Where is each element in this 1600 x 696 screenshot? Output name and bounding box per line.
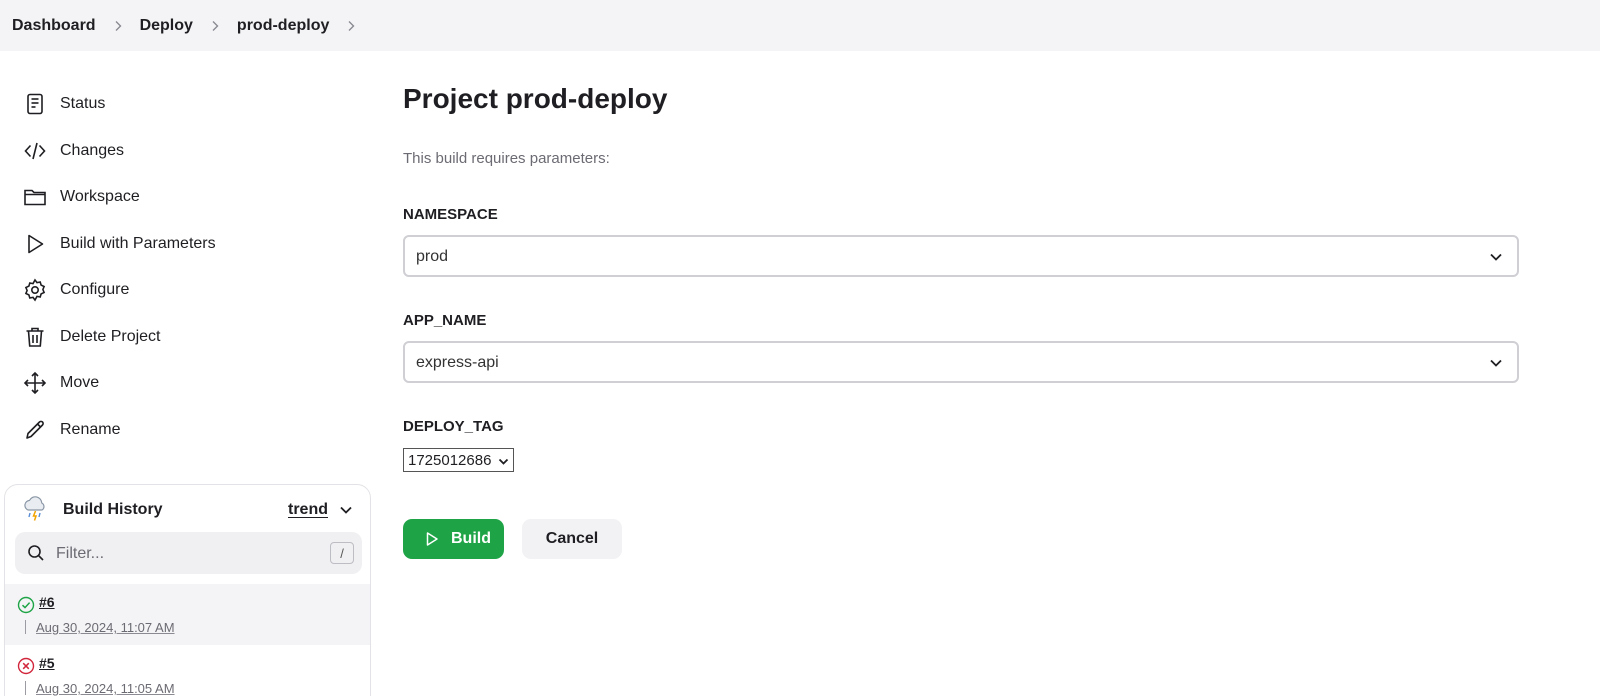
success-icon: [17, 596, 35, 614]
build-date-link[interactable]: Aug 30, 2024, 11:07 AM: [36, 620, 175, 635]
document-icon: [22, 91, 48, 117]
timeline-bar: [25, 681, 26, 695]
app-name-select[interactable]: express-api: [403, 341, 1519, 383]
sidebar-item-rename[interactable]: Rename: [22, 415, 120, 445]
cancel-button[interactable]: Cancel: [522, 519, 622, 559]
build-date-link[interactable]: Aug 30, 2024, 11:05 AM: [36, 681, 175, 696]
namespace-value: prod: [416, 248, 449, 265]
build-button-label: Build: [451, 530, 491, 547]
play-icon: [22, 231, 48, 257]
sidebar-item-label: Changes: [60, 142, 125, 159]
play-icon: [426, 532, 438, 546]
param-label-app-name: APP_NAME: [403, 312, 487, 329]
chevron-down-icon[interactable]: [339, 503, 353, 517]
app-name-value: express-api: [416, 354, 499, 371]
param-label-namespace: NAMESPACE: [403, 206, 498, 223]
build-filter-input[interactable]: Filter... /: [15, 532, 362, 574]
param-label-deploy-tag: DEPLOY_TAG: [403, 418, 504, 435]
move-icon: [22, 370, 48, 396]
build-number-link[interactable]: #5: [39, 655, 55, 671]
sidebar-item-label: Workspace: [60, 188, 140, 205]
sidebar-item-changes[interactable]: Changes: [22, 136, 124, 166]
chevron-down-icon: [498, 454, 509, 465]
sidebar-item-label: Delete Project: [60, 328, 161, 345]
sidebar-item-workspace[interactable]: Workspace: [22, 182, 140, 212]
chevron-down-icon: [1489, 356, 1503, 370]
build-row[interactable]: #5 Aug 30, 2024, 11:05 AM: [5, 645, 370, 696]
timeline-bar: [25, 620, 26, 634]
parameters-required-text: This build requires parameters:: [403, 150, 610, 167]
build-button[interactable]: Build: [403, 519, 504, 559]
page-title: Project prod-deploy: [403, 83, 668, 114]
chevron-right-icon[interactable]: [193, 20, 237, 32]
sidebar-item-status[interactable]: Status: [22, 89, 105, 119]
weather-icon: [21, 495, 49, 523]
chevron-right-icon[interactable]: [96, 20, 140, 32]
chevron-down-icon: [1489, 250, 1503, 264]
sidebar-item-label: Move: [60, 374, 100, 391]
build-history-title: Build History: [63, 501, 163, 518]
breadcrumb-deploy[interactable]: Deploy: [140, 17, 193, 35]
sidebar-item-delete-project[interactable]: Delete Project: [22, 322, 161, 352]
sidebar-item-label: Build with Parameters: [60, 235, 216, 252]
build-row[interactable]: #6 Aug 30, 2024, 11:07 AM: [5, 584, 370, 645]
folder-icon: [22, 184, 48, 210]
build-number-link[interactable]: #6: [39, 594, 55, 610]
breadcrumb-prod-deploy[interactable]: prod-deploy: [237, 17, 329, 35]
deploy-tag-value: 1725012686: [408, 451, 492, 469]
sidebar-item-label: Configure: [60, 281, 130, 298]
namespace-select[interactable]: prod: [403, 235, 1519, 277]
breadcrumb: Dashboard Deploy prod-deploy: [0, 0, 1600, 51]
sidebar-item-label: Status: [60, 95, 106, 112]
code-icon: [22, 138, 48, 164]
gear-icon: [22, 277, 48, 303]
filter-placeholder: Filter...: [56, 545, 105, 562]
trend-link[interactable]: trend: [288, 501, 328, 519]
keyboard-shortcut-hint: /: [330, 542, 354, 564]
search-icon: [27, 544, 45, 562]
trash-icon: [22, 324, 48, 350]
build-history-panel: Build History trend Filter... / #6 Aug 3…: [4, 484, 371, 696]
failure-icon: [17, 657, 35, 675]
sidebar-item-label: Rename: [60, 421, 121, 438]
deploy-tag-select[interactable]: 1725012686: [403, 448, 514, 472]
breadcrumb-dashboard[interactable]: Dashboard: [12, 17, 96, 35]
pencil-icon: [22, 417, 48, 443]
sidebar-item-configure[interactable]: Configure: [22, 275, 129, 305]
sidebar-item-build-with-parameters[interactable]: Build with Parameters: [22, 229, 216, 259]
sidebar-item-move[interactable]: Move: [22, 368, 99, 398]
chevron-right-icon[interactable]: [329, 20, 373, 32]
